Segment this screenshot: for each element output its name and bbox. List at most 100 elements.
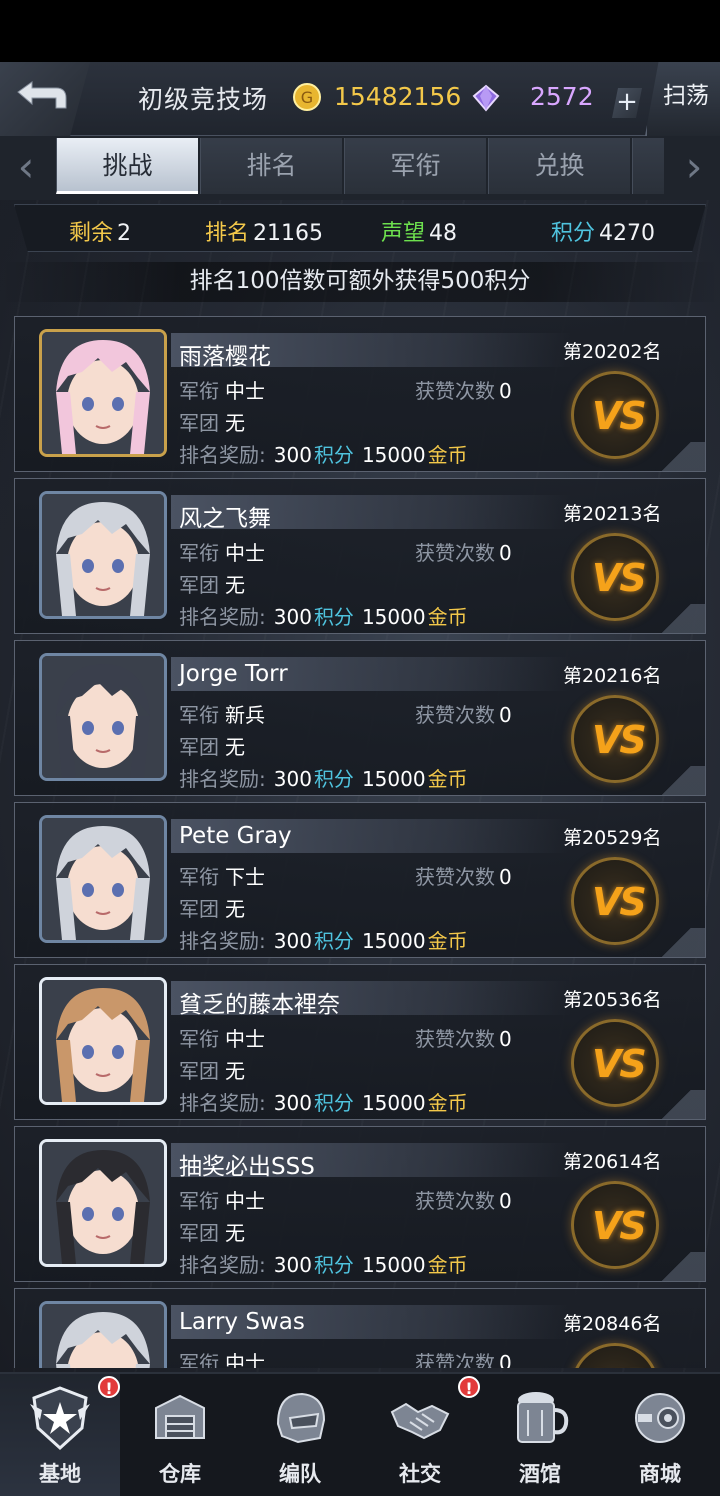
gold-coin-icon: G xyxy=(293,83,321,111)
opponent-name: Pete Gray xyxy=(179,823,292,849)
military-rank-row: 军衔 下士 xyxy=(179,865,265,889)
back-button[interactable] xyxy=(0,62,90,136)
opponent-avatar[interactable] xyxy=(39,1301,167,1368)
rank-reward-row: 排名奖励: 300 积分 15000 金币 xyxy=(179,1253,468,1277)
helmet-icon xyxy=(276,1392,326,1444)
status-bar xyxy=(0,0,720,62)
legion-row: 军团无 xyxy=(179,735,245,759)
legion-row: 军团无 xyxy=(179,897,245,921)
military-rank-row: 军衔 中士 xyxy=(179,1351,265,1368)
svg-text:G: G xyxy=(301,88,313,107)
opponent-rank: 第20213名 xyxy=(563,503,662,525)
military-rank-row: 军衔 中士 xyxy=(179,379,265,403)
nav-formation-label: 编队 xyxy=(279,1462,321,1486)
vs-challenge-button[interactable]: VS xyxy=(571,1181,659,1269)
opponent-avatar[interactable] xyxy=(39,653,167,781)
gold-amount: 15482156 xyxy=(334,82,462,111)
likes-count: 获赞次数 0 xyxy=(415,1027,512,1051)
opponent-rank: 第20529名 xyxy=(563,827,662,849)
social-alert-badge: ! xyxy=(458,1376,480,1398)
vs-label: VS xyxy=(592,718,647,762)
vs-label: VS xyxy=(592,1366,647,1368)
vs-label: VS xyxy=(592,1204,647,1248)
character-portrait-icon xyxy=(42,980,164,1102)
nav-base[interactable]: ! 基地 xyxy=(0,1374,120,1496)
sweep-label: 扫荡 xyxy=(663,83,709,109)
vs-challenge-button[interactable]: VS xyxy=(571,857,659,945)
vs-label: VS xyxy=(592,1042,647,1086)
opponent-name: 貧乏的藤本裡奈 xyxy=(179,992,340,1018)
opponent-card: 风之飞舞 军衔 中士 获赞次数 0 军团无 排名奖励: 300 积分 15000 金币 第2… xyxy=(14,478,706,634)
likes-count: 获赞次数 0 xyxy=(415,541,512,565)
opponent-name: 风之飞舞 xyxy=(179,506,271,532)
legion-row: 军团无 xyxy=(179,411,245,435)
character-portrait-icon xyxy=(42,332,164,454)
tab-military-rank[interactable]: 军衔 xyxy=(344,138,486,194)
vs-challenge-button[interactable]: VS xyxy=(571,533,659,621)
likes-count: 获赞次数 0 xyxy=(415,1189,512,1213)
opponent-avatar[interactable] xyxy=(39,491,167,619)
likes-count: 获赞次数 0 xyxy=(415,703,512,727)
likes-count: 获赞次数 0 xyxy=(415,865,512,889)
nav-warehouse[interactable]: 仓库 xyxy=(120,1374,240,1496)
opponent-card: 貧乏的藤本裡奈 军衔 中士 获赞次数 0 军团无 排名奖励: 300 积分 15000 金币… xyxy=(14,964,706,1120)
opponent-name: 雨落樱花 xyxy=(179,344,271,370)
handshake-icon xyxy=(390,1402,450,1440)
opponent-name: Jorge Torr xyxy=(179,661,288,687)
vs-challenge-button[interactable]: VS xyxy=(571,371,659,459)
stat-remaining: 剩余 2 xyxy=(69,221,132,246)
stat-prestige: 声望 48 xyxy=(381,221,458,246)
tab-next-chevron-icon[interactable]: › xyxy=(674,144,714,192)
military-rank-row: 军衔 中士 xyxy=(179,541,265,565)
warehouse-icon xyxy=(155,1394,205,1439)
stat-points: 积分 4270 xyxy=(551,221,656,246)
nav-base-label: 基地 xyxy=(39,1462,81,1486)
nav-formation[interactable]: 编队 xyxy=(240,1374,360,1496)
vs-challenge-button[interactable]: VS xyxy=(571,695,659,783)
opponent-avatar[interactable] xyxy=(39,977,167,1105)
opponent-name: Larry Swas xyxy=(179,1309,305,1335)
nav-tavern[interactable]: 酒馆 xyxy=(480,1374,600,1496)
vs-challenge-button[interactable]: VS xyxy=(571,1343,659,1368)
nav-tavern-label: 酒馆 xyxy=(519,1462,561,1486)
opponent-rank: 第20216名 xyxy=(563,665,662,687)
vs-label: VS xyxy=(592,556,647,600)
nav-shop-label: 商城 xyxy=(639,1462,681,1486)
legion-row: 军团无 xyxy=(179,1059,245,1083)
add-diamond-button[interactable]: + xyxy=(612,88,642,118)
opponent-avatar[interactable] xyxy=(39,1139,167,1267)
military-rank-row: 军衔 中士 xyxy=(179,1027,265,1051)
nav-social[interactable]: ! 社交 xyxy=(360,1374,480,1496)
opponent-avatar[interactable] xyxy=(39,815,167,943)
base-emblem-icon xyxy=(30,1386,90,1451)
tab-challenge[interactable]: 挑战 xyxy=(56,138,198,194)
nav-warehouse-label: 仓库 xyxy=(159,1462,201,1486)
opponent-rank: 第20846名 xyxy=(563,1313,662,1335)
tab-overflow xyxy=(632,138,664,194)
arena-header: 初级竞技场 G 15482156 2572 + xyxy=(0,62,720,136)
legion-row: 军团无 xyxy=(179,573,245,597)
opponent-rank: 第20536名 xyxy=(563,989,662,1011)
opponent-card: 抽奖必出SSS 军衔 中士 获赞次数 0 军团无 排名奖励: 300 积分 15000 金币… xyxy=(14,1126,706,1282)
back-arrow-icon xyxy=(17,81,67,109)
opponent-card: Jorge Torr 军衔 新兵 获赞次数 0 军团无 排名奖励: 300 积分 1500… xyxy=(14,640,706,796)
vs-challenge-button[interactable]: VS xyxy=(571,1019,659,1107)
character-portrait-icon xyxy=(42,1304,164,1368)
base-alert-badge: ! xyxy=(98,1376,120,1398)
character-portrait-icon xyxy=(42,818,164,940)
opponent-name: 抽奖必出SSS xyxy=(179,1154,315,1180)
nav-shop[interactable]: 商城 xyxy=(600,1374,720,1496)
character-portrait-icon xyxy=(42,494,164,616)
military-rank-row: 军衔 新兵 xyxy=(179,703,265,727)
rank-reward-row: 排名奖励: 300 积分 15000 金币 xyxy=(179,929,468,953)
robot-head-icon xyxy=(635,1393,685,1443)
nav-social-label: 社交 xyxy=(399,1462,441,1486)
rank-reward-row: 排名奖励: 300 积分 15000 金币 xyxy=(179,443,468,467)
tab-exchange[interactable]: 兑换 xyxy=(488,138,630,194)
stat-rank: 排名 21165 xyxy=(205,221,324,246)
opponent-avatar[interactable] xyxy=(39,329,167,457)
page-title: 初级竞技场 xyxy=(138,85,269,114)
opponent-list: 雨落樱花 军衔 中士 获赞次数 0 军团无 排名奖励: 300 积分 15000 金币 第2… xyxy=(0,316,720,1368)
tab-prev-chevron-icon[interactable]: ‹ xyxy=(6,144,46,192)
tab-ranking[interactable]: 排名 xyxy=(200,138,342,194)
